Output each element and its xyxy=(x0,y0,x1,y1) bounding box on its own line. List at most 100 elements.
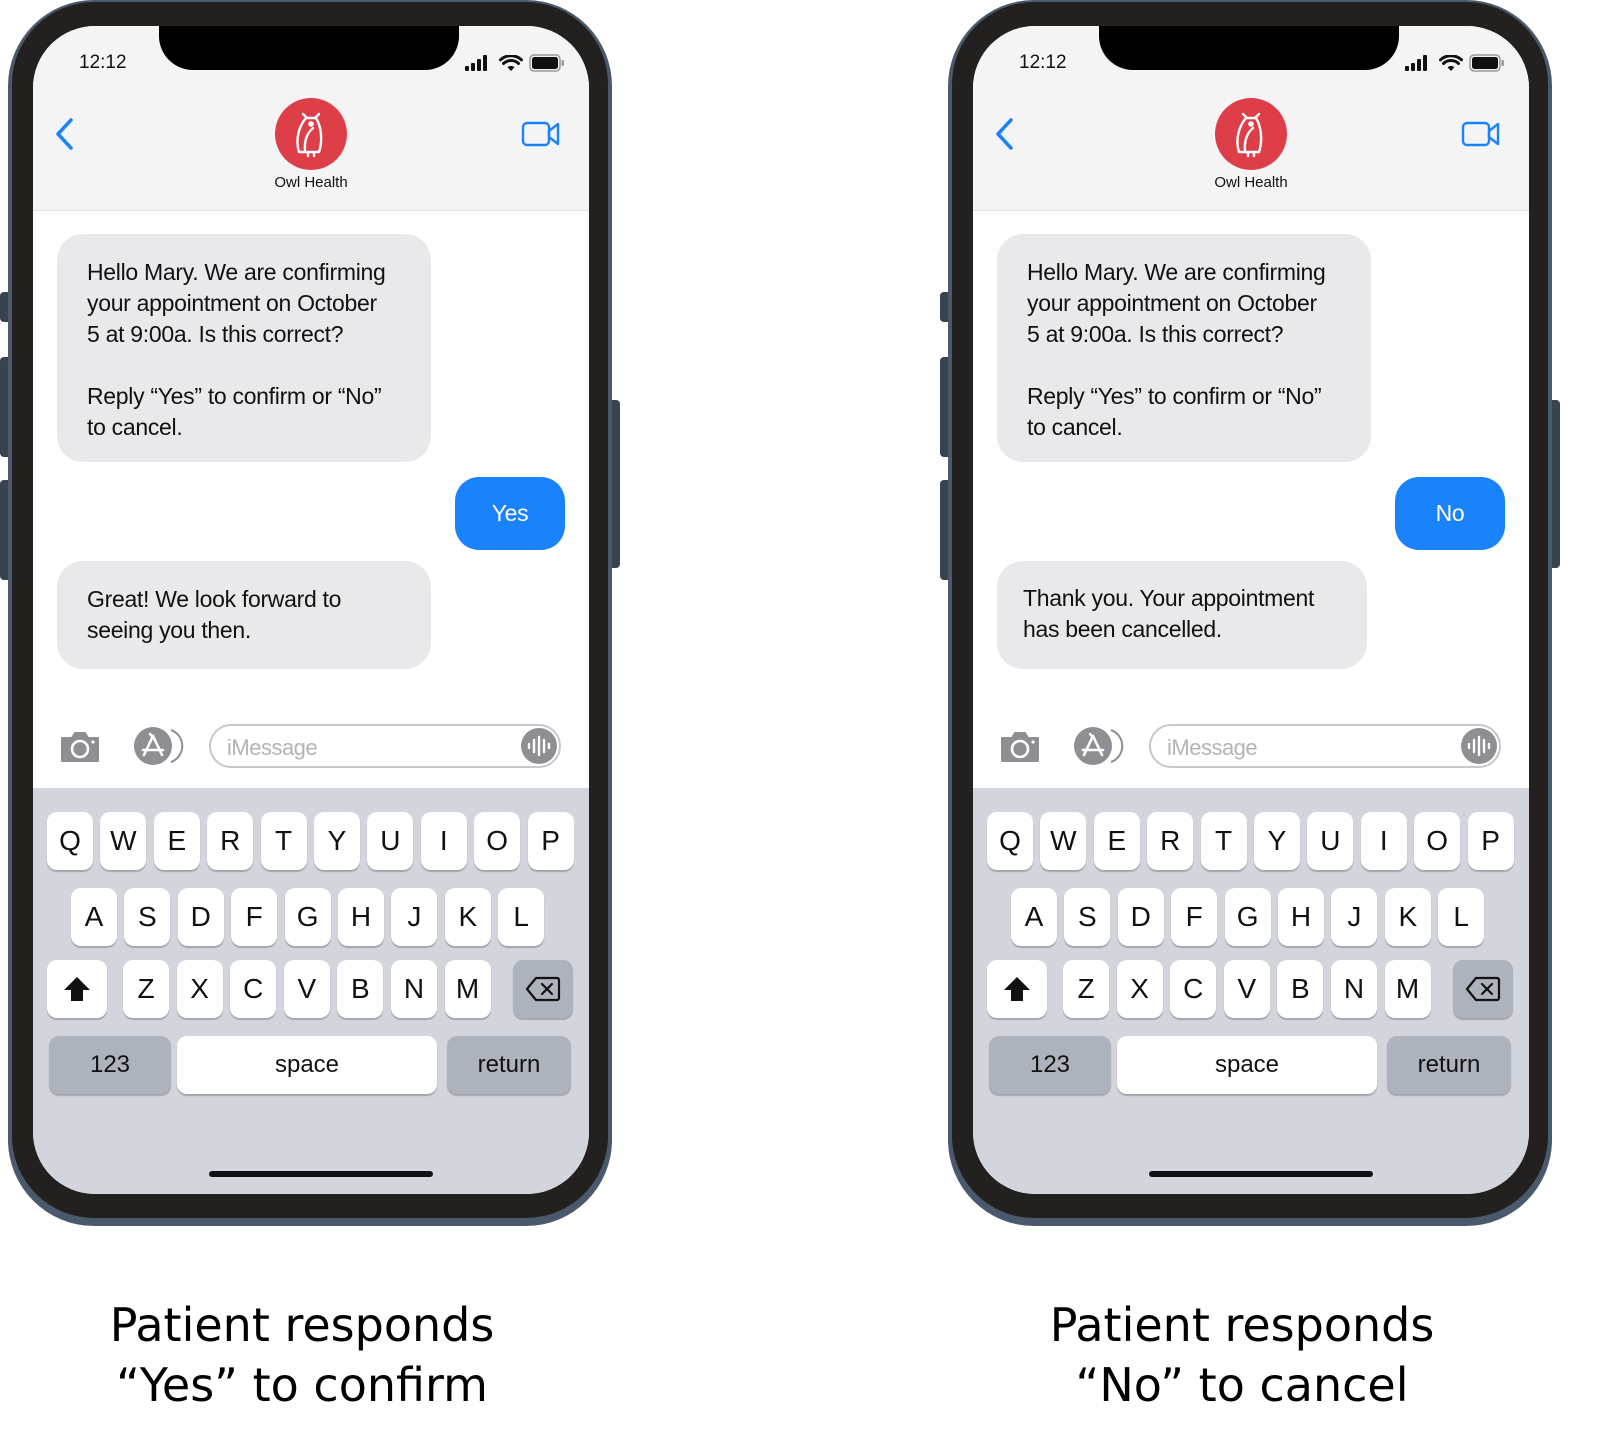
chevron-left-icon xyxy=(996,118,1013,150)
key-n[interactable]: N xyxy=(391,960,437,1018)
key-m[interactable]: M xyxy=(444,960,491,1018)
key-u[interactable]: U xyxy=(367,812,414,870)
key-g[interactable]: G xyxy=(284,888,331,946)
waveform-icon xyxy=(527,735,551,757)
facetime-video-button[interactable] xyxy=(521,120,561,153)
key-s[interactable]: S xyxy=(1064,888,1111,946)
key-x[interactable]: X xyxy=(1116,960,1163,1018)
app-store-icon xyxy=(1074,727,1124,765)
app-store-button[interactable] xyxy=(1069,726,1124,766)
imessage-input[interactable]: iMessage xyxy=(1149,724,1501,768)
key-r[interactable]: R xyxy=(1147,812,1194,870)
key-b[interactable]: B xyxy=(1277,960,1324,1018)
key-o[interactable]: O xyxy=(474,812,521,870)
key-c[interactable]: C xyxy=(1170,960,1217,1018)
key-l[interactable]: L xyxy=(1438,888,1485,946)
space-key[interactable]: space xyxy=(1117,1036,1377,1094)
return-key[interactable]: return xyxy=(447,1036,571,1094)
chevron-left-icon xyxy=(56,118,73,150)
incoming-message-bubble: Thank you. Your appointment has been can… xyxy=(997,561,1367,669)
facetime-video-button[interactable] xyxy=(1461,120,1501,153)
cellular-signal-icon xyxy=(465,55,487,71)
phone-mockup-cancel: 12:12 Owl Health Hello Mary. We are conf… xyxy=(940,0,1560,1412)
numbers-key[interactable]: 123 xyxy=(989,1036,1111,1094)
key-j[interactable]: J xyxy=(1331,888,1378,946)
return-key[interactable]: return xyxy=(1387,1036,1511,1094)
key-t[interactable]: T xyxy=(1200,812,1247,870)
key-p[interactable]: P xyxy=(527,812,574,870)
key-a[interactable]: A xyxy=(1011,888,1057,946)
contact-avatar[interactable] xyxy=(275,98,347,170)
camera-button[interactable] xyxy=(999,730,1041,769)
keyboard: Q W E R T Y U I O P A S D F G H J K L Z X C V B N M 123 space return xyxy=(33,788,589,1194)
key-u[interactable]: U xyxy=(1307,812,1354,870)
home-indicator[interactable] xyxy=(1149,1171,1373,1177)
wifi-icon xyxy=(1439,54,1463,71)
video-camera-icon xyxy=(521,121,560,147)
key-i[interactable]: I xyxy=(420,812,467,870)
audio-message-button[interactable] xyxy=(521,728,557,764)
key-y[interactable]: Y xyxy=(314,812,360,870)
key-f[interactable]: F xyxy=(1171,888,1218,946)
key-e[interactable]: E xyxy=(1093,812,1140,870)
app-store-button[interactable] xyxy=(129,726,184,766)
imessage-placeholder: iMessage xyxy=(227,735,318,760)
key-m[interactable]: M xyxy=(1384,960,1431,1018)
delete-key[interactable] xyxy=(1453,960,1513,1018)
outgoing-message-bubble: Yes xyxy=(455,477,565,550)
key-z[interactable]: Z xyxy=(1063,960,1109,1018)
camera-icon xyxy=(1001,732,1039,762)
caption: Patient responds “No” to cancel xyxy=(1049,1298,1435,1412)
key-y[interactable]: Y xyxy=(1254,812,1300,870)
key-j[interactable]: J xyxy=(391,888,438,946)
numbers-key[interactable]: 123 xyxy=(49,1036,171,1094)
wifi-icon xyxy=(499,54,523,71)
key-q[interactable]: Q xyxy=(987,812,1033,870)
key-q[interactable]: Q xyxy=(47,812,93,870)
key-w[interactable]: W xyxy=(100,812,147,870)
shift-key[interactable] xyxy=(987,960,1047,1018)
key-t[interactable]: T xyxy=(260,812,307,870)
key-e[interactable]: E xyxy=(153,812,200,870)
back-button[interactable] xyxy=(53,116,77,157)
key-s[interactable]: S xyxy=(124,888,171,946)
key-h[interactable]: H xyxy=(1278,888,1324,946)
key-x[interactable]: X xyxy=(176,960,223,1018)
key-k[interactable]: K xyxy=(444,888,491,946)
key-b[interactable]: B xyxy=(337,960,384,1018)
key-g[interactable]: G xyxy=(1224,888,1271,946)
contact-name[interactable]: Owl Health xyxy=(33,174,589,191)
message-input-bar: iMessage xyxy=(973,716,1529,786)
key-i[interactable]: I xyxy=(1360,812,1407,870)
space-key[interactable]: space xyxy=(177,1036,437,1094)
key-o[interactable]: O xyxy=(1414,812,1461,870)
camera-button[interactable] xyxy=(59,730,101,769)
key-p[interactable]: P xyxy=(1467,812,1514,870)
audio-message-button[interactable] xyxy=(1461,728,1497,764)
contact-avatar[interactable] xyxy=(1215,98,1287,170)
key-w[interactable]: W xyxy=(1040,812,1087,870)
key-h[interactable]: H xyxy=(338,888,384,946)
contact-name[interactable]: Owl Health xyxy=(973,174,1529,191)
key-d[interactable]: D xyxy=(177,888,224,946)
phone-mockup-confirm: 12:12 Owl Health Hello Mary. We are conf… xyxy=(0,0,620,1412)
key-c[interactable]: C xyxy=(230,960,277,1018)
imessage-input[interactable]: iMessage xyxy=(209,724,561,768)
status-time: 12:12 xyxy=(1019,52,1067,73)
key-k[interactable]: K xyxy=(1384,888,1431,946)
key-z[interactable]: Z xyxy=(123,960,169,1018)
home-indicator[interactable] xyxy=(209,1171,433,1177)
key-a[interactable]: A xyxy=(71,888,117,946)
shift-key[interactable] xyxy=(47,960,107,1018)
key-v[interactable]: V xyxy=(1223,960,1270,1018)
key-n[interactable]: N xyxy=(1331,960,1377,1018)
key-f[interactable]: F xyxy=(231,888,278,946)
back-button[interactable] xyxy=(993,116,1017,157)
key-r[interactable]: R xyxy=(207,812,254,870)
shift-icon xyxy=(64,977,90,1001)
key-v[interactable]: V xyxy=(283,960,330,1018)
key-l[interactable]: L xyxy=(498,888,545,946)
key-d[interactable]: D xyxy=(1117,888,1164,946)
delete-key[interactable] xyxy=(513,960,573,1018)
notch xyxy=(159,26,459,70)
